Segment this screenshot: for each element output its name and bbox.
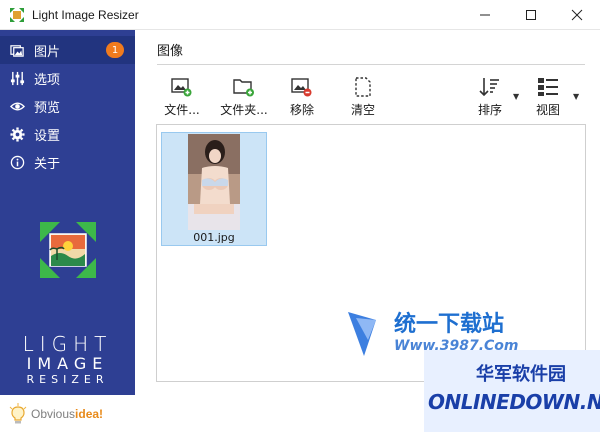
onlinedown-en-text: ONLINEDOWN.NET (428, 390, 600, 414)
logo-word-light: LIGHT (22, 332, 113, 356)
clear-page-icon (351, 76, 375, 98)
add-files-label: 文件... (164, 103, 200, 117)
file-name: 001.jpg (193, 231, 235, 244)
sidebar-item-label: 选项 (34, 72, 61, 88)
view-list-icon (536, 76, 560, 98)
sidebar-item-preview[interactable]: 预览 (0, 92, 135, 120)
sidebar-item-options[interactable]: 选项 (0, 64, 135, 92)
sort-button[interactable]: 排序 (470, 76, 510, 120)
add-folder-button[interactable]: 文件夹... (218, 76, 270, 120)
sidebar-item-about[interactable]: 关于 (0, 148, 135, 176)
view-button[interactable]: 视图 (528, 76, 568, 120)
app-icon (10, 8, 24, 22)
view-label: 视图 (535, 103, 560, 117)
sidebar: 图片 1 选项 预览 设置 关于 LIGHT IMAGE RESIZER Obv… (0, 30, 135, 432)
minimize-icon (480, 14, 490, 16)
sort-label: 排序 (477, 103, 502, 117)
window-title: Light Image Resizer (32, 8, 139, 22)
view-dropdown-arrow-icon[interactable]: ▼ (573, 92, 579, 101)
remove-image-icon (290, 76, 314, 98)
add-files-button[interactable]: 文件... (160, 76, 204, 120)
site-watermark-text: 统一下载站 (394, 312, 505, 337)
sort-icon (478, 76, 502, 98)
sidebar-item-label: 关于 (34, 156, 61, 172)
title-bar: Light Image Resizer (0, 0, 600, 30)
minimize-button[interactable] (462, 0, 508, 30)
sliders-icon (8, 69, 26, 87)
obviousidea-brand-link[interactable]: Obviousidea! (0, 395, 135, 432)
maximize-button[interactable] (508, 0, 554, 30)
gear-icon (8, 125, 26, 143)
logo-word-resizer: RESIZER (26, 373, 109, 386)
brand-accent: idea! (75, 406, 104, 421)
info-icon (8, 153, 26, 171)
sort-dropdown-arrow-icon[interactable]: ▼ (513, 92, 519, 101)
maximize-icon (526, 10, 536, 20)
sidebar-item-label: 图片 (34, 44, 61, 60)
lightbulb-icon (9, 402, 27, 423)
add-folder-label: 文件夹... (220, 103, 268, 117)
onlinedown-cn-text: 华军软件园 (476, 364, 566, 385)
brand-prefix: Obvious (31, 406, 76, 421)
close-icon (571, 9, 583, 21)
close-button[interactable] (554, 0, 600, 30)
images-icon (8, 41, 26, 59)
remove-button[interactable]: 移除 (282, 76, 322, 120)
add-folder-icon (232, 76, 256, 98)
image-count-badge: 1 (106, 42, 124, 58)
app-logo-icon (40, 222, 96, 278)
page-title: 图像 (157, 44, 184, 59)
sidebar-item-settings[interactable]: 设置 (0, 120, 135, 148)
add-image-icon (170, 76, 194, 98)
sidebar-item-label: 设置 (34, 128, 61, 144)
image-thumbnail (188, 134, 240, 230)
logo-word-image: IMAGE (26, 354, 109, 373)
remove-label: 移除 (289, 103, 314, 117)
divider (157, 64, 585, 65)
sidebar-item-label: 预览 (34, 100, 61, 116)
sidebar-item-images[interactable]: 图片 1 (0, 36, 135, 64)
eye-icon (8, 97, 26, 115)
clear-label: 清空 (350, 103, 375, 117)
clear-button[interactable]: 清空 (343, 76, 383, 120)
file-item[interactable]: 001.jpg (161, 132, 267, 246)
